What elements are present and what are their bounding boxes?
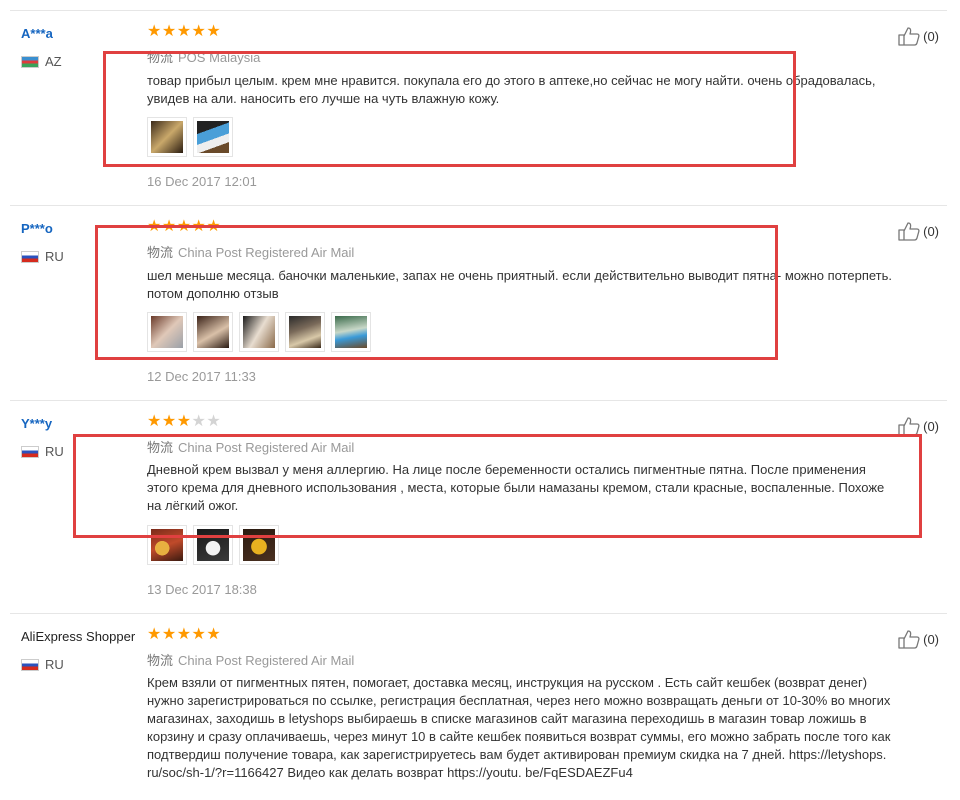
star-filled-icon: ★ xyxy=(161,23,177,40)
rating-stars: ★ ★ ★ ★ ★ xyxy=(147,414,221,430)
star-filled-icon: ★ xyxy=(176,23,192,40)
star-filled-icon: ★ xyxy=(161,413,177,430)
star-filled-icon: ★ xyxy=(161,626,177,643)
review-text-line: Крем взяли от пигментных пятен, помогает… xyxy=(147,675,868,690)
review-date: 16 Dec 2017 12:01 xyxy=(147,174,257,189)
thumbs-up-icon xyxy=(898,630,920,649)
reviewer-name[interactable]: A***a xyxy=(21,26,53,41)
thumbs-up-icon xyxy=(898,417,920,436)
helpful-count: (0) xyxy=(923,223,939,239)
review-date: 13 Dec 2017 18:38 xyxy=(147,582,257,597)
star-filled-icon: ★ xyxy=(176,626,192,643)
top-divider xyxy=(10,10,947,11)
country-code: AZ xyxy=(45,54,62,69)
shipping-name: China Post Registered Air Mail xyxy=(178,653,355,668)
review-date: 12 Dec 2017 11:33 xyxy=(147,369,256,384)
shipping-method: 物流 China Post Registered Air Mail xyxy=(147,650,354,669)
rating-stars: ★ ★ ★ ★ ★ xyxy=(147,627,221,643)
review-text-line: подтвердиш получение товара, как зарегис… xyxy=(147,747,887,762)
helpful-button[interactable]: (0) xyxy=(898,629,939,649)
star-filled-icon: ★ xyxy=(191,626,206,643)
star-empty-icon: ★ xyxy=(191,413,206,430)
thumbs-up-icon xyxy=(898,222,920,241)
logistics-label: 物流 xyxy=(147,653,174,668)
helpful-button[interactable]: (0) xyxy=(898,221,939,241)
helpful-count: (0) xyxy=(923,418,939,434)
reviewer-country: RU xyxy=(21,444,64,459)
reviewer-country: RU xyxy=(21,249,64,264)
flag-az-icon xyxy=(21,55,39,68)
star-filled-icon: ★ xyxy=(191,23,206,40)
review-text-line: нужно зарегистрироваться по ссылке, реги… xyxy=(147,693,891,708)
helpful-button[interactable]: (0) xyxy=(898,26,939,46)
review-divider xyxy=(10,205,947,206)
review-text-line: магазинах, заходишь в letyshops выбираеш… xyxy=(147,711,867,726)
thumbs-up-icon xyxy=(898,27,920,46)
highlight-box xyxy=(103,51,796,167)
country-code: RU xyxy=(45,249,64,264)
star-filled-icon: ★ xyxy=(176,413,192,430)
helpful-count: (0) xyxy=(923,28,939,44)
rating-stars: ★ ★ ★ ★ ★ xyxy=(147,24,221,40)
star-filled-icon: ★ xyxy=(147,626,162,643)
review-divider xyxy=(10,400,947,401)
reviewer-name[interactable]: Y***y xyxy=(21,416,52,431)
reviewer-country: RU xyxy=(21,657,64,672)
country-code: RU xyxy=(45,657,64,672)
reviewer-name[interactable]: AliExpress Shopper xyxy=(21,629,135,644)
review-text: Крем взяли от пигментных пятен, помогает… xyxy=(147,674,890,782)
review-divider xyxy=(10,613,947,614)
review-text-line: корзину и сразу оплачиваешь, через минут… xyxy=(147,729,891,744)
reviewer-name[interactable]: P***o xyxy=(21,221,53,236)
flag-ru-icon xyxy=(21,250,39,263)
highlight-box xyxy=(73,434,922,538)
star-filled-icon: ★ xyxy=(206,23,221,40)
review-item: AliExpress Shopper RU ★ ★ ★ ★ ★ 物流 China Post… xyxy=(10,627,947,800)
star-filled-icon: ★ xyxy=(206,626,221,643)
highlight-box xyxy=(95,225,778,360)
star-filled-icon: ★ xyxy=(147,413,162,430)
country-code: RU xyxy=(45,444,64,459)
star-empty-icon: ★ xyxy=(206,413,221,430)
flag-ru-icon xyxy=(21,445,39,458)
flag-ru-icon xyxy=(21,658,39,671)
reviewer-country: AZ xyxy=(21,54,62,69)
helpful-count: (0) xyxy=(923,631,939,647)
review-text-line: ru/soc/sh-1/?r=1166427 Видео как делать … xyxy=(147,765,633,780)
star-filled-icon: ★ xyxy=(147,23,162,40)
helpful-button[interactable]: (0) xyxy=(898,416,939,436)
